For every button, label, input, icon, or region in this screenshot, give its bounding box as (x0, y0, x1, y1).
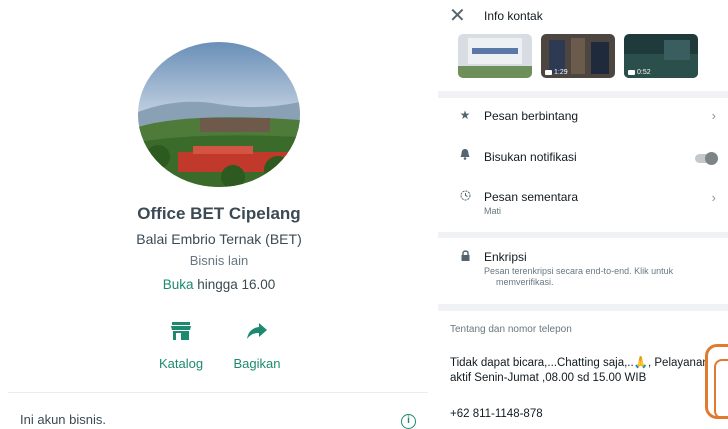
close-icon[interactable]: ✕ (449, 6, 466, 26)
hours-text: hingga 16.00 (193, 277, 276, 292)
open-status: Buka (162, 277, 194, 292)
business-hours: Buka hingga 16.00 (0, 277, 438, 292)
video-camera-icon (628, 70, 635, 75)
profile-photo[interactable] (138, 42, 300, 187)
settings-section: ★ Pesan berbintang › Bisukan notifikasi … (438, 98, 728, 232)
chevron-right-icon: › (711, 108, 716, 123)
disappearing-messages-value: Mati (484, 206, 502, 216)
mute-toggle[interactable] (695, 152, 718, 165)
business-name: Office BET Cipelang (137, 204, 301, 223)
disappearing-messages-label: Pesan sementara (484, 190, 579, 204)
media-thumbnail[interactable]: 1:29 (541, 34, 615, 78)
chevron-right-icon: › (711, 190, 716, 205)
starred-messages-label: Pesan berbintang (484, 109, 579, 123)
share-arrow-icon (222, 318, 292, 344)
timer-icon (458, 190, 472, 204)
mute-notifications-label: Bisukan notifikasi (484, 150, 577, 164)
info-icon[interactable]: i (401, 414, 416, 429)
media-thumbnail[interactable] (458, 34, 532, 78)
share-label: Bagikan (233, 356, 281, 371)
encryption-description: Pesan terenkripsi secara end-to-end. Kli… (484, 266, 674, 287)
store-icon (146, 318, 216, 344)
bell-icon (458, 149, 472, 163)
divider (8, 392, 428, 393)
phone-number[interactable]: +62 811-1148-878 (450, 408, 543, 420)
video-camera-icon (545, 70, 552, 75)
contact-info-panel: ✕ Info kontak 1:29 0:52 ★ Pesan berbinta… (438, 0, 728, 429)
contact-info-title: Info kontak (484, 9, 543, 23)
video-duration: 1:29 (545, 69, 568, 76)
star-icon: ★ (459, 108, 471, 122)
business-subtitle: Balai Embrio Ternak (BET) (136, 231, 302, 247)
encryption-section[interactable]: Enkripsi Pesan terenkripsi secara end-to… (438, 238, 728, 304)
catalog-label: Katalog (158, 356, 204, 371)
about-label: Tentang dan nomor telepon (450, 324, 572, 335)
business-account-note: Ini akun bisnis. (20, 412, 106, 427)
lock-icon (458, 250, 472, 264)
contact-info-header: ✕ Info kontak (438, 0, 728, 34)
floating-overlay-icon[interactable] (705, 344, 728, 419)
media-gallery: 1:29 0:52 (438, 34, 728, 91)
share-button[interactable]: Bagikan (222, 318, 292, 371)
video-duration: 0:52 (628, 69, 651, 76)
catalog-button[interactable]: Katalog (146, 318, 216, 371)
business-profile-panel: Office BET Cipelang Balai Embrio Ternak … (0, 0, 438, 429)
business-category: Bisnis lain (189, 253, 249, 268)
media-thumbnail[interactable]: 0:52 (624, 34, 698, 78)
encryption-title: Enkripsi (484, 250, 527, 264)
about-text: Tidak dapat bicara,...Chatting saja,..🙏,… (450, 357, 709, 384)
